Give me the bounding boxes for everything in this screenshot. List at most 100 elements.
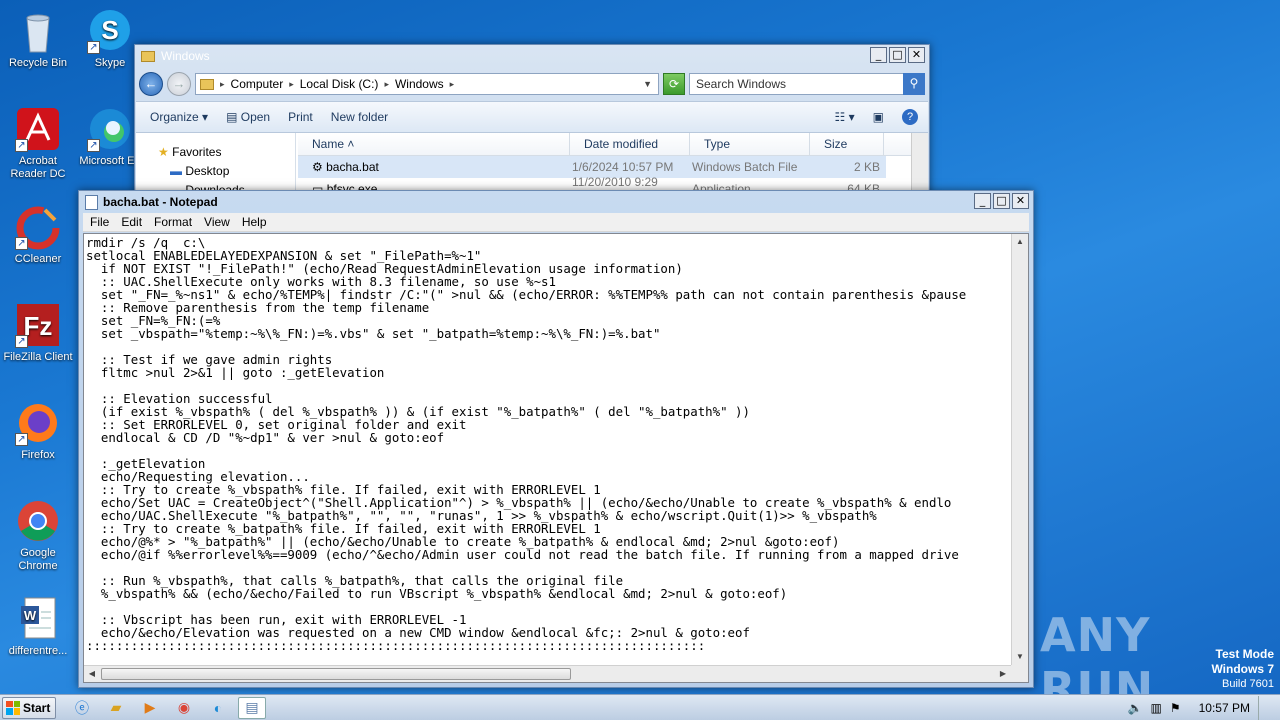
network-icon[interactable]: ▥ [1151, 701, 1162, 715]
file-type: Windows Batch File [692, 160, 798, 174]
minimize-button[interactable]: _ [974, 193, 991, 209]
forward-button[interactable]: → [167, 72, 191, 96]
desktop-icon-label: Firefox [21, 449, 55, 461]
column-date[interactable]: Date modified [570, 133, 690, 155]
desktop-icon-recycle-bin[interactable]: Recycle Bin [0, 8, 76, 70]
file-date: 1/6/2024 10:57 PM [572, 160, 674, 174]
notepad-menubar: File Edit Format View Help [83, 213, 1029, 232]
desktop-icon-chrome[interactable]: Google Chrome [0, 498, 76, 573]
help-icon[interactable]: ? [902, 109, 918, 125]
back-button[interactable]: ← [139, 72, 163, 96]
notepad-window[interactable]: bacha.bat - Notepad _ □ ✕ File Edit Form… [78, 190, 1034, 688]
new-folder-button[interactable]: New folder [331, 110, 388, 124]
notepad-titlebar[interactable]: bacha.bat - Notepad [79, 191, 1033, 213]
edge-icon[interactable]: ◐ [204, 697, 232, 719]
search-icon[interactable]: ⚲ [903, 73, 925, 95]
desktop-icon-firefox[interactable]: ↗ Firefox [0, 400, 76, 462]
desktop-icon-acrobat[interactable]: ↗ Acrobat Reader DC [0, 106, 76, 181]
star-icon: ★ [158, 145, 169, 159]
scroll-up-icon[interactable]: ▲ [1012, 234, 1028, 250]
test-mode-label: Test Mode [1215, 647, 1274, 661]
column-type[interactable]: Type [690, 133, 810, 155]
desktop-icon-label: FileZilla Client [3, 351, 73, 363]
close-button[interactable]: ✕ [1012, 193, 1029, 209]
refresh-button[interactable]: ⟳ [663, 73, 685, 95]
chevron-right-icon[interactable]: ▸ [384, 79, 389, 90]
breadcrumb-computer[interactable]: Computer [231, 77, 284, 91]
column-size[interactable]: Size [810, 133, 884, 155]
desktop-icon: ▬ [170, 164, 182, 178]
chevron-right-icon[interactable]: ▸ [450, 79, 455, 90]
vertical-scrollbar[interactable]: ▲ ▼ [1011, 234, 1028, 665]
media-player-icon[interactable]: ▶ [136, 697, 164, 719]
preview-pane-icon[interactable]: ▣ [873, 110, 884, 124]
notepad-taskbar-button[interactable]: ▤ [238, 696, 266, 719]
desktop-icon-ccleaner[interactable]: ↗ CCleaner [0, 204, 76, 266]
ccleaner-icon: ↗ [15, 204, 61, 250]
menu-view[interactable]: View [204, 215, 230, 229]
build-label: Build 7601 [1222, 678, 1274, 690]
filezilla-icon: Fz ↗ [15, 302, 61, 348]
word-document-icon: W [15, 596, 61, 642]
explorer-window[interactable]: Windows _ □ ✕ ← → ▸ Computer ▸ Local Dis… [134, 44, 930, 204]
desktop-icon-filezilla[interactable]: Fz ↗ FileZilla Client [0, 302, 76, 364]
view-options-icon[interactable]: ☷ ▾ [835, 110, 855, 124]
clock[interactable]: 10:57 PM [1199, 701, 1250, 715]
menu-help[interactable]: Help [242, 215, 267, 229]
start-label: Start [23, 700, 51, 715]
search-input[interactable]: Search Windows ⚲ [689, 73, 925, 95]
print-button[interactable]: Print [288, 110, 313, 124]
maximize-button[interactable]: □ [993, 193, 1010, 209]
menu-file[interactable]: File [90, 215, 109, 229]
desktop-icon-label: differentre... [8, 645, 68, 657]
notepad-title: bacha.bat - Notepad [103, 195, 218, 209]
menu-format[interactable]: Format [154, 215, 192, 229]
chrome-icon[interactable]: ◉ [170, 697, 198, 719]
menu-edit[interactable]: Edit [121, 215, 142, 229]
edge-icon: ↗ [87, 106, 133, 152]
notepad-icon [85, 194, 98, 210]
folder-icon [141, 50, 155, 62]
start-button[interactable]: Start [2, 696, 56, 719]
scroll-thumb[interactable] [101, 668, 571, 680]
chrome-icon [15, 498, 61, 544]
chevron-right-icon[interactable]: ▸ [289, 79, 294, 90]
internet-explorer-icon[interactable]: ⓔ [68, 697, 96, 719]
open-button[interactable]: ▤ Open [226, 110, 270, 124]
search-placeholder: Search Windows [696, 77, 787, 91]
column-name[interactable]: Name ˄ [298, 133, 570, 155]
system-tray: 🔈 ▥ ⚑ 10:57 PM [1128, 695, 1280, 720]
action-center-flag-icon[interactable]: ⚑ [1170, 701, 1181, 715]
address-bar[interactable]: ▸ Computer ▸ Local Disk (C:) ▸ Windows ▸… [195, 73, 659, 95]
notepad-editor[interactable]: rmdir /s /q c:\ setlocal ENABLEDELAYEDEX… [83, 233, 1029, 683]
acrobat-icon: ↗ [15, 106, 61, 152]
volume-icon[interactable]: 🔈 [1128, 701, 1143, 715]
nav-desktop[interactable]: ▬ Desktop [158, 162, 295, 181]
breadcrumb-local-disk[interactable]: Local Disk (C:) [300, 77, 379, 91]
maximize-button[interactable]: □ [889, 47, 906, 63]
taskbar: Start ⓔ ▰ ▶ ◉ ◐ ▤ 🔈 ▥ ⚑ 10:57 PM [0, 694, 1280, 720]
minimize-button[interactable]: _ [870, 47, 887, 63]
column-headers: Name ˄ Date modified Type Size [298, 133, 928, 156]
show-desktop-button[interactable] [1258, 695, 1272, 720]
svg-text:S: S [101, 15, 118, 45]
breadcrumb-windows[interactable]: Windows [395, 77, 444, 91]
desktop-icon-label: CCleaner [14, 253, 62, 265]
file-explorer-icon[interactable]: ▰ [102, 697, 130, 719]
windows-logo-icon [6, 700, 20, 715]
text-content[interactable]: rmdir /s /q c:\ setlocal ENABLEDELAYEDEX… [84, 234, 1011, 665]
nav-favorites[interactable]: ★ Favorites [158, 143, 295, 162]
scroll-down-icon[interactable]: ▼ [1012, 649, 1028, 665]
folder-icon [200, 78, 214, 90]
chevron-down-icon[interactable]: ▼ [643, 79, 652, 89]
close-button[interactable]: ✕ [908, 47, 925, 63]
address-bar-row: ← → ▸ Computer ▸ Local Disk (C:) ▸ Windo… [139, 71, 925, 97]
test-mode-watermark: Test Mode Windows 7 Build 7601 [1211, 647, 1274, 691]
organize-button[interactable]: Organize ▾ [150, 110, 208, 124]
chevron-right-icon[interactable]: ▸ [220, 79, 225, 90]
horizontal-scrollbar[interactable]: ◀ ▶ [84, 665, 1011, 682]
scroll-left-icon[interactable]: ◀ [84, 666, 100, 682]
desktop-icon-word-doc[interactable]: W differentre... [0, 596, 76, 658]
scroll-right-icon[interactable]: ▶ [995, 666, 1011, 682]
explorer-titlebar[interactable]: Windows [135, 45, 929, 67]
